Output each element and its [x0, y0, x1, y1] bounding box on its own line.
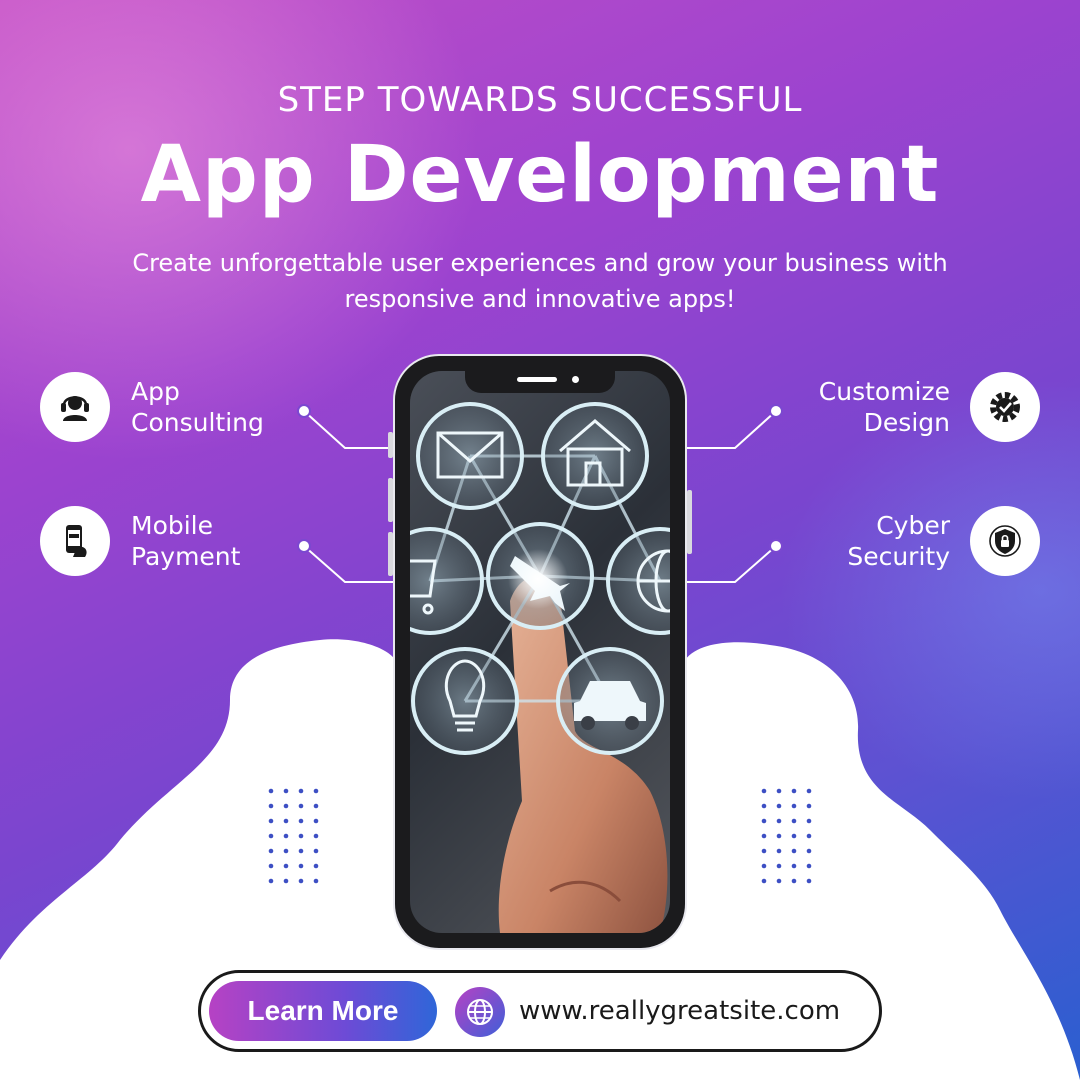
feature-customize-design: Customize Design — [760, 376, 950, 438]
description: Create unforgettable user experiences an… — [132, 249, 948, 313]
globe-icon — [467, 999, 493, 1025]
front-camera — [572, 376, 579, 383]
feature-label-line: Consulting — [131, 408, 264, 437]
customize-design-icon-badge — [970, 372, 1040, 442]
learn-more-button[interactable]: Learn More — [209, 981, 437, 1041]
feature-label-line: Cyber — [876, 511, 950, 540]
feature-label-line: Security — [847, 542, 950, 571]
smartphone-mockup — [393, 354, 687, 950]
feature-label-line: Design — [863, 408, 950, 437]
feature-app-consulting: App Consulting — [131, 376, 264, 438]
page-title: App Development — [140, 130, 940, 220]
feature-cyber-security: Cyber Security — [760, 510, 950, 572]
app-consulting-icon-badge — [40, 372, 110, 442]
feature-label-line: Payment — [131, 542, 241, 571]
phone-notch — [465, 371, 615, 393]
subtitle: STEP TOWARDS SUCCESSFUL — [277, 80, 803, 120]
poster: STEP TOWARDS SUCCESSFUL App Development … — [0, 0, 1080, 1080]
globe-icon-badge — [455, 987, 505, 1037]
gear-check-icon — [990, 392, 1020, 422]
mobile-payment-icon-badge — [40, 506, 110, 576]
feature-label-line: App — [131, 377, 180, 406]
feature-label-line: Customize — [818, 377, 950, 406]
phone-screen — [410, 371, 670, 933]
cta-bar: Learn More www.reallygreatsite.com — [198, 970, 882, 1052]
feature-mobile-payment: Mobile Payment — [131, 510, 240, 572]
speaker-grille — [517, 377, 557, 382]
website-link[interactable]: www.reallygreatsite.com — [519, 991, 840, 1031]
phone-side-button — [687, 490, 692, 554]
headset-person-icon — [61, 396, 89, 421]
app-icons-network-image — [410, 402, 670, 933]
shield-lock-icon — [989, 525, 1021, 557]
feature-label-line: Mobile — [131, 511, 214, 540]
cyber-security-icon-badge — [970, 506, 1040, 576]
phone-payment-icon — [66, 525, 87, 557]
